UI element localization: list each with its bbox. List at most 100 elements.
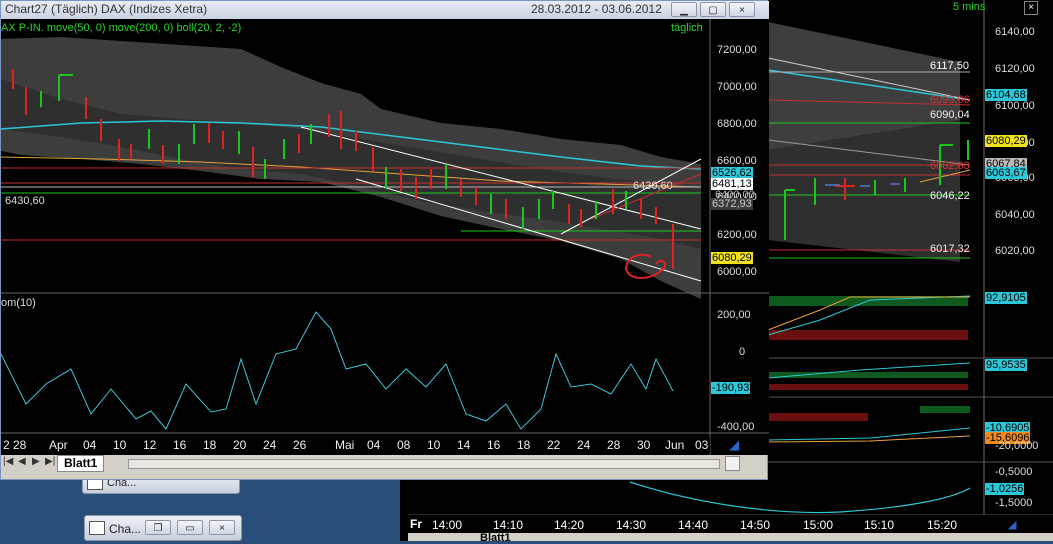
osc-tick: -20,0000 <box>995 440 1039 452</box>
level-label: 6017,32 <box>930 243 970 255</box>
scroll-corner[interactable] <box>725 456 740 471</box>
date-tick: 16 <box>487 438 501 452</box>
taskbar-item-label: Cha... <box>109 522 142 536</box>
front-chart-window[interactable]: Chart27 (Täglich) DAX (Indizes Xetra) 28… <box>0 0 769 480</box>
mom-tick: -400,00 <box>717 421 755 433</box>
level-label: 6430,60 <box>633 180 673 192</box>
date-tick: 24 <box>577 438 591 452</box>
time-tick: Fr <box>410 517 422 531</box>
price-tick: 7000,00 <box>717 81 757 93</box>
back-price-tick: 6020,00 <box>995 245 1035 257</box>
level-label: 6090,04 <box>930 109 970 121</box>
back-price-tick: 6100,00 <box>995 100 1035 112</box>
osc-tag: 92,9105 <box>985 292 1027 304</box>
time-tick: 14:40 <box>678 518 709 532</box>
minimize-button[interactable]: ▁ <box>671 2 697 17</box>
time-tick: 15:20 <box>927 518 958 532</box>
window-title: Chart27 (Täglich) DAX (Indizes Xetra) <box>5 2 208 16</box>
osc-tag: -1,0256 <box>985 483 1025 495</box>
date-tick: 22 <box>547 438 561 452</box>
date-tick: Mai <box>335 438 355 452</box>
level-label: 6062,63 <box>930 160 970 172</box>
title-bar[interactable]: Chart27 (Täglich) DAX (Indizes Xetra) 28… <box>1 1 769 19</box>
level-label: 6099,06 <box>930 94 970 106</box>
price-tag: 6104,68 <box>985 89 1027 101</box>
price-tick: 6000,00 <box>717 266 757 278</box>
date-tick: 30 <box>637 438 651 452</box>
zoom-icon[interactable]: ◢ <box>729 437 747 453</box>
date-tick: 26 <box>293 438 307 452</box>
date-tick: 16 <box>173 438 187 452</box>
date-tick: 03 <box>695 438 709 452</box>
close-button[interactable]: × <box>729 2 755 17</box>
date-tick: 10 <box>113 438 127 452</box>
date-axis: 2 28 Apr 04 10 12 16 18 20 24 26 Mai 04 … <box>1 437 710 453</box>
osc-tag: 95,9535 <box>985 359 1027 371</box>
date-tick: 24 <box>263 438 277 452</box>
time-tick: 14:50 <box>740 518 771 532</box>
close-button[interactable]: × <box>209 520 235 535</box>
date-tick: 04 <box>367 438 381 452</box>
first-sheet-icon[interactable]: |◀ <box>3 456 13 467</box>
back-tabbar: Blatt1 <box>408 532 1053 544</box>
price-tick: 7200,00 <box>717 44 757 56</box>
date-tick: 10 <box>427 438 441 452</box>
momentum-label: om(10) <box>1 297 36 309</box>
back-price-tick: 6120,00 <box>995 63 1035 75</box>
date-tick: Apr <box>49 438 68 452</box>
window-icon <box>89 521 105 535</box>
price-tick: 6800,00 <box>717 118 757 130</box>
mom-tick: 0 <box>739 346 746 358</box>
mom-tick: 200,00 <box>717 309 751 321</box>
date-tick: 18 <box>203 438 217 452</box>
date-range: 28.03.2012 - 03.06.2012 <box>531 2 662 16</box>
date-tick: 28 <box>607 438 621 452</box>
taskbar-item[interactable]: Cha... ❐ ▭ × <box>84 515 242 541</box>
date-tick: 08 <box>397 438 411 452</box>
maximize-button[interactable]: ▢ <box>700 2 726 17</box>
date-tick: 18 <box>517 438 531 452</box>
level-label: 6117,50 <box>930 60 969 72</box>
horizontal-scrollbar[interactable] <box>128 459 720 469</box>
back-price-tick: 6140,00 <box>995 26 1035 38</box>
time-tick: 15:10 <box>864 518 895 532</box>
date-tick: 14 <box>457 438 471 452</box>
sheet-tab[interactable]: Blatt1 <box>57 455 105 472</box>
timeframe-label: 5 mins <box>953 1 986 13</box>
daily-chart-canvas <box>1 19 769 455</box>
date-tick: 20 <box>233 438 247 452</box>
osc-tick: -1,5000 <box>995 497 1033 509</box>
level-label: 6430,60 <box>5 195 45 207</box>
mom-tag: -190,93 <box>711 382 751 394</box>
time-tick: 14:00 <box>432 518 463 532</box>
indicator-line: AX P-IN. move(50, 0) move(200, 0) boll(2… <box>1 22 242 34</box>
last-sheet-icon[interactable]: ▶| <box>45 456 55 467</box>
back-time-axis: Fr 14:00 14:10 14:20 14:30 14:40 14:50 1… <box>408 515 1053 533</box>
prev-sheet-icon[interactable]: ◀ <box>18 456 26 467</box>
period-label: täglich <box>671 22 703 34</box>
minimize-button[interactable]: ▭ <box>177 520 203 535</box>
price-tag: 6063,67 <box>985 167 1027 179</box>
price-tick: 6200,00 <box>717 229 757 241</box>
osc-tick: -0,5000 <box>995 466 1033 478</box>
close-icon[interactable]: × <box>1024 1 1038 15</box>
date-tick: Jun <box>665 438 685 452</box>
date-tick: 2 28 <box>3 438 27 452</box>
zoom-icon[interactable]: ◢ <box>1008 518 1024 531</box>
price-tag: 6080,29 <box>711 252 753 264</box>
sheet-tabbar: |◀ ◀ ▶ ▶| Blatt1 <box>1 455 767 472</box>
next-sheet-icon[interactable]: ▶ <box>32 456 40 467</box>
level-label: 6046,22 <box>930 190 970 202</box>
time-tick: 14:30 <box>616 518 647 532</box>
back-sheet-tab[interactable]: Blatt1 <box>480 532 511 544</box>
price-tag: 6372,93 <box>711 198 753 210</box>
time-tick: 14:20 <box>554 518 585 532</box>
back-price-tick: 6040,00 <box>995 209 1035 221</box>
price-tick: 6600,00 <box>717 155 757 167</box>
time-tick: 15:00 <box>803 518 834 532</box>
date-tick: 12 <box>143 438 157 452</box>
restore-button[interactable]: ❐ <box>145 520 171 535</box>
date-tick: 04 <box>83 438 97 452</box>
price-tag: 6080,29 <box>985 135 1027 147</box>
time-tick: 14:10 <box>493 518 524 532</box>
